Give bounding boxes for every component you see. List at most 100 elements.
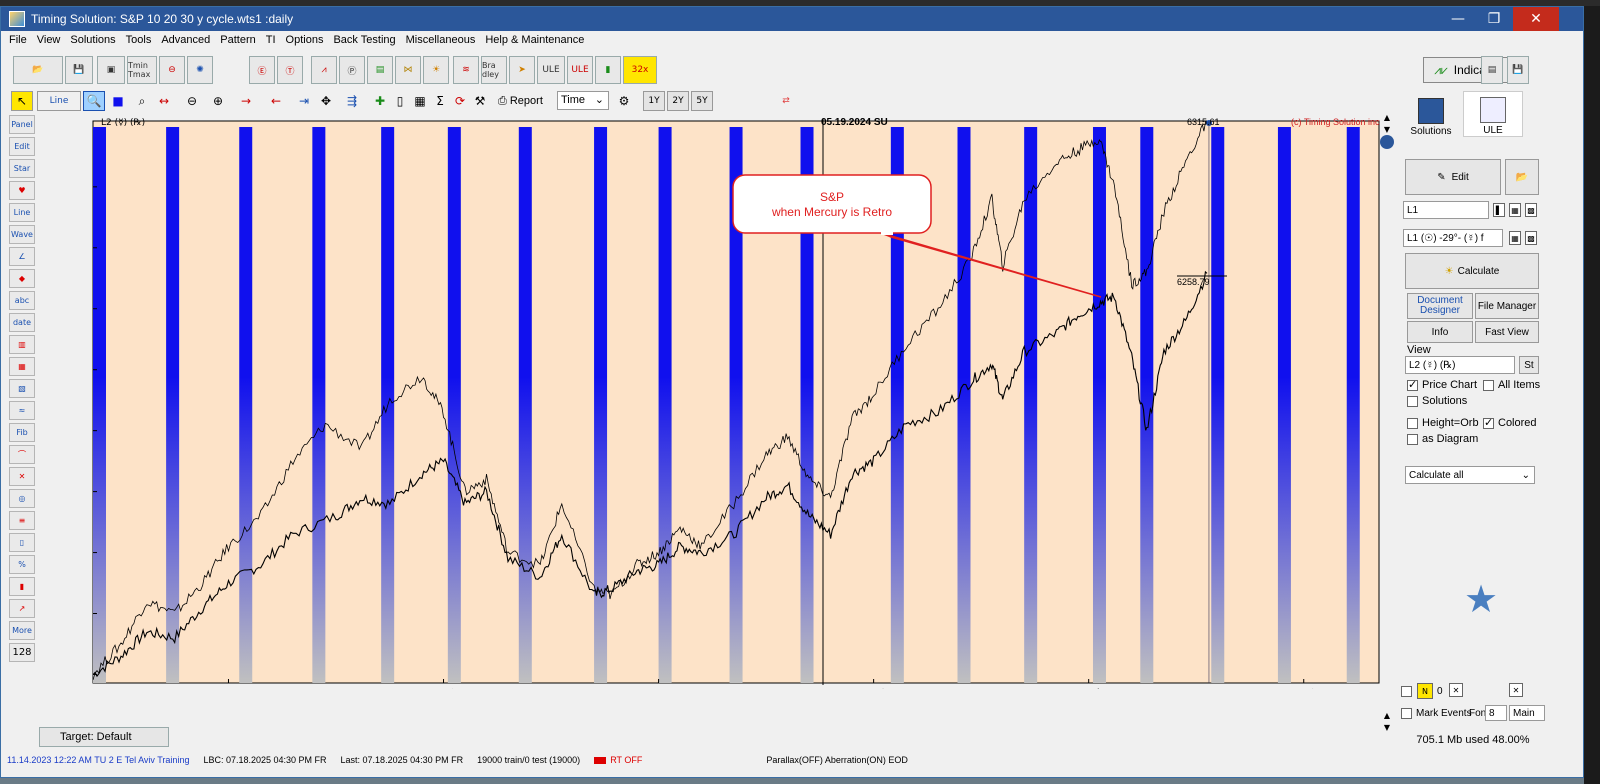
fast-view-button[interactable]: Fast View	[1475, 321, 1539, 343]
pi-icon[interactable]: Ⓟ	[339, 56, 365, 84]
table-icon[interactable]: ▦	[409, 91, 431, 111]
delete-icon[interactable]: ✕	[9, 467, 35, 486]
menu-back-testing[interactable]: Back Testing	[333, 34, 395, 46]
target-icon[interactable]: ◎	[9, 489, 35, 508]
color-icon[interactable]: ■	[107, 91, 129, 111]
ule-tile[interactable]: ULE	[1463, 91, 1523, 137]
menu-view[interactable]: View	[37, 34, 61, 46]
menu-help[interactable]: Help & Maintenance	[485, 34, 584, 46]
calculate-all-select[interactable]: Calculate all ⌄	[1405, 466, 1535, 484]
window-layout-icon[interactable]: ▤	[1481, 56, 1503, 84]
menu-miscellaneous[interactable]: Miscellaneous	[406, 34, 476, 46]
speed-button[interactable]: 32x	[623, 56, 657, 84]
zoom-rect-icon[interactable]: ⌕	[131, 91, 153, 111]
book-icon[interactable]: ▮	[595, 56, 621, 84]
stop-icon[interactable]: ⊖	[159, 56, 185, 84]
candles-icon[interactable]: ▮	[9, 577, 35, 596]
color-picker-icon[interactable]: ▌	[1493, 203, 1505, 217]
mark-events-checkbox[interactable]: Mark Events	[1401, 705, 1472, 721]
color-bars-icon[interactable]: ▤	[367, 56, 393, 84]
rt-off-indicator[interactable]: RT OFF	[594, 755, 642, 765]
scroll-up-bottom-icon[interactable]: ▲	[1379, 711, 1395, 723]
sun-icon[interactable]: ☀	[423, 56, 449, 84]
line-tool-button[interactable]: Line	[37, 91, 81, 111]
edit-button[interactable]: ✎ Edit	[1405, 159, 1501, 195]
year-5y-button[interactable]: 5Y	[691, 91, 713, 111]
edit-tool[interactable]: Edit	[9, 137, 35, 156]
t-circle-icon[interactable]: Ⓣ	[277, 56, 303, 84]
solutions-checkbox[interactable]: Solutions	[1407, 393, 1467, 409]
zoom-in-icon[interactable]: ⊕	[207, 91, 229, 111]
document-designer-button[interactable]: Document Designer	[1407, 293, 1473, 319]
trend-arrow-icon[interactable]: ↗	[9, 599, 35, 618]
e-circle-icon[interactable]: Ⓔ	[249, 56, 275, 84]
price-chart-checkbox[interactable]: Price Chart	[1407, 377, 1477, 393]
menu-file[interactable]: File	[9, 34, 27, 46]
heart-icon[interactable]: ♥	[9, 181, 35, 200]
lines-icon[interactable]: ≡	[9, 511, 35, 530]
chart-tool-icon[interactable]: ▣	[97, 56, 125, 84]
diamond-icon[interactable]: ◆	[9, 269, 35, 288]
bradley-button[interactable]: Bra dley	[481, 56, 507, 84]
height-orb-checkbox[interactable]: Height=Orb	[1407, 415, 1479, 431]
font-size-field[interactable]: 8	[1485, 705, 1507, 721]
angle-icon[interactable]: ∠	[9, 247, 35, 266]
arrow-icon[interactable]: ➤	[509, 56, 535, 84]
scroll-up-icon[interactable]: ▲	[1379, 113, 1395, 125]
calculate-button[interactable]: ☀ Calculate	[1405, 253, 1539, 289]
channel-icon[interactable]: ▥	[9, 335, 35, 354]
hatch-icon[interactable]: ▧	[9, 379, 35, 398]
vertical-scrollbar[interactable]: ▲ ▼ ▲ ▼	[1379, 113, 1395, 739]
sigma-icon[interactable]: Σ	[429, 91, 451, 111]
cursor-icon[interactable]: ✥	[315, 91, 337, 111]
calculator-icon[interactable]: ▯	[9, 533, 35, 552]
close-button[interactable]: ✕	[1513, 7, 1559, 31]
spectrum-icon[interactable]: ≋	[453, 56, 479, 84]
solutions-tile[interactable]: Solutions	[1401, 91, 1461, 137]
lock-icon[interactable]: ⚙	[613, 91, 635, 111]
ule-button[interactable]: ULE	[537, 56, 565, 84]
counter-value[interactable]: 128	[9, 643, 35, 662]
delete-small-icon[interactable]: ✕	[1449, 683, 1463, 697]
text-tool[interactable]: abc	[9, 291, 35, 310]
ule-red-button[interactable]: ULE	[567, 56, 593, 84]
trend-icon[interactable]: ⩘	[311, 56, 337, 84]
info-button[interactable]: Info	[1407, 321, 1473, 343]
scroll-right-icon[interactable]: →	[235, 91, 257, 111]
menu-tools[interactable]: Tools	[126, 34, 152, 46]
grid-pattern-icon[interactable]: ▦	[9, 357, 35, 376]
zoom-icon[interactable]: 🔍	[83, 91, 105, 111]
time-select[interactable]: Time ⌄	[557, 91, 609, 110]
year-1y-button[interactable]: 1Y	[643, 91, 665, 111]
tmin-tmax-button[interactable]: Tmin Tmax	[127, 56, 157, 84]
align-icon[interactable]: ⇶	[341, 91, 363, 111]
swap-icon[interactable]: ⇄	[775, 91, 797, 111]
all-items-checkbox[interactable]: All Items	[1483, 377, 1540, 393]
stretch-icon[interactable]: ↔	[153, 91, 175, 111]
report-button[interactable]: ⎙ Report	[497, 91, 557, 111]
main-select[interactable]: Main	[1509, 705, 1545, 721]
percent-tool[interactable]: %	[9, 555, 35, 574]
wave-pattern-icon[interactable]: ≈	[9, 401, 35, 420]
broom-icon[interactable]: ⚒	[469, 91, 491, 111]
menu-options[interactable]: Options	[286, 34, 324, 46]
refresh-icon[interactable]: ⟳	[449, 91, 471, 111]
maximize-button[interactable]: ❐	[1477, 7, 1511, 31]
pan-icon[interactable]: ⇥	[293, 91, 315, 111]
save-button[interactable]: 💾	[65, 56, 93, 84]
minimize-button[interactable]: —	[1441, 7, 1475, 31]
scroll-down-icon[interactable]: ▼	[1379, 723, 1395, 735]
star-tool[interactable]: Star	[9, 159, 35, 178]
crosshair-icon[interactable]: ✚	[369, 91, 391, 111]
grid-small-icon-2[interactable]: ▩	[1525, 231, 1537, 245]
colored-checkbox[interactable]: Colored	[1483, 415, 1537, 431]
view-select[interactable]: L2 (☿) (℞)	[1405, 356, 1515, 374]
scroll-left-icon[interactable]: ←	[265, 91, 287, 111]
zoom-out-icon[interactable]: ⊖	[181, 91, 203, 111]
st-button[interactable]: St	[1519, 356, 1539, 374]
document-icon[interactable]: ▯	[389, 91, 411, 111]
chart-small-icon[interactable]: ▦	[1509, 203, 1521, 217]
l1-select[interactable]: L1 (☉) -29°- (☿) f	[1403, 229, 1503, 247]
line-tool[interactable]: Line	[9, 203, 35, 222]
wave-tool[interactable]: Wave	[9, 225, 35, 244]
